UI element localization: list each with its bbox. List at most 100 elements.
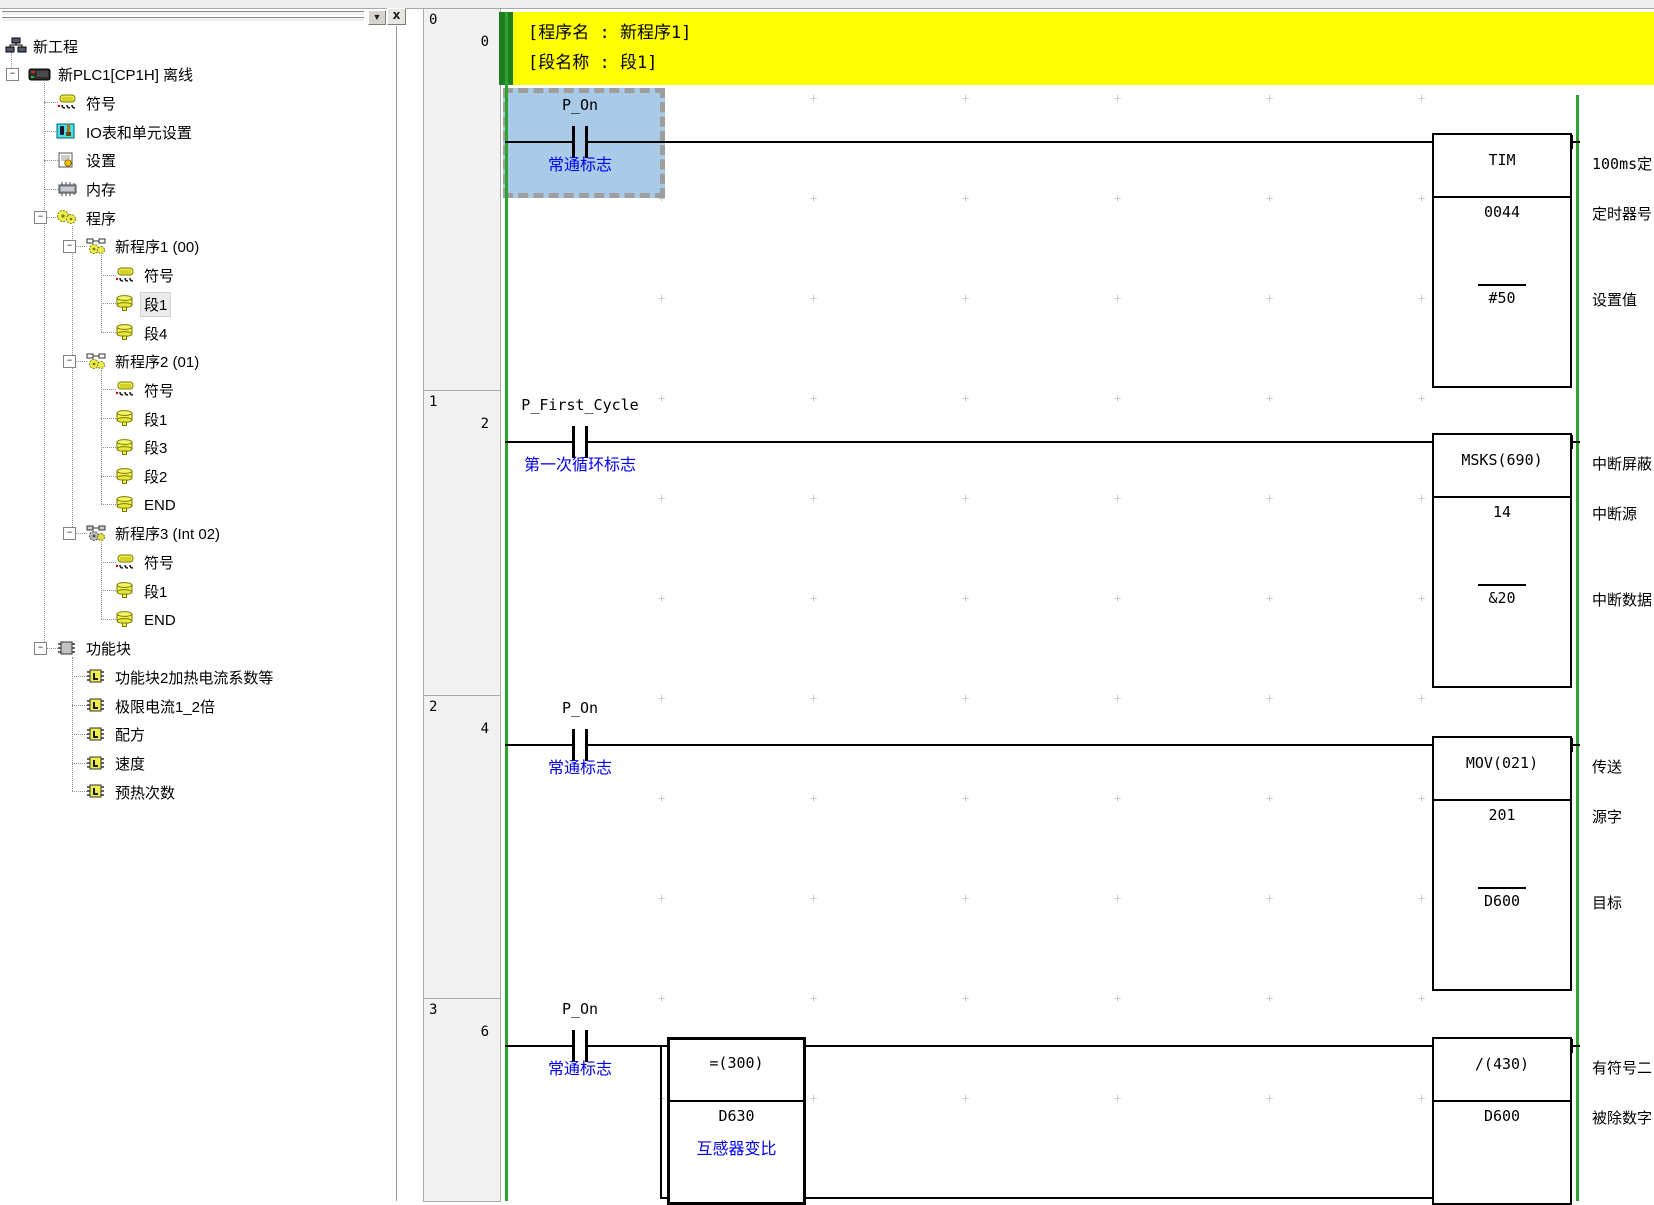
grid-mark: + [1418,895,1425,901]
tree-item[interactable]: 新程序1 (00) [112,235,202,259]
grid-mark: + [962,695,969,701]
tree-item[interactable]: 功能块2加热电流系数等 [112,665,276,689]
tree-item-label[interactable]: 程序 [83,207,119,230]
tree-item-label[interactable]: 速度 [112,752,148,775]
tree-item-label[interactable]: 极限电流1_2倍 [112,695,218,718]
panel-menu-button[interactable]: ▼ [368,10,386,25]
tree-item[interactable]: 段2 [141,465,170,489]
contact-label[interactable]: P_On [430,699,730,717]
tree-item[interactable]: 预热次数 [112,780,178,804]
tree-item[interactable]: 内存 [83,178,119,202]
tree-item[interactable]: 段3 [141,436,170,460]
grid-mark: + [1418,395,1425,401]
rung-margin-cell[interactable] [423,390,501,696]
tree-item-label[interactable]: END [141,611,179,630]
tree-item[interactable]: 功能块 [83,637,134,661]
tree-item-label[interactable]: IO表和单元设置 [83,121,195,144]
grid-mark: + [810,1095,817,1101]
tree-item[interactable]: 程序 [83,206,119,230]
tree-item-label[interactable]: 新程序2 (01) [112,350,202,373]
tree-item-label[interactable]: 新工程 [30,35,81,58]
tree-item-label[interactable]: END [141,496,179,515]
instruction-block[interactable] [1432,433,1572,688]
contact-label[interactable]: P_On [430,96,730,114]
instruction-operand-1[interactable]: 14 [1432,503,1572,521]
tree-item-label[interactable]: 新PLC1[CP1H] 离线 [55,63,196,86]
instruction-operand-2[interactable]: &20 [1432,589,1572,607]
instruction-block[interactable] [1432,736,1572,991]
tree-expand-toggle[interactable]: − [63,355,76,368]
grid-mark: + [658,895,665,901]
tree-item[interactable]: 段1 [141,407,170,431]
tree-expand-toggle[interactable]: − [6,68,19,81]
contact-label[interactable]: P_First_Cycle [430,396,730,414]
rung-wire [588,1045,667,1047]
contact-label[interactable]: P_On [430,1000,730,1018]
tree-item-label[interactable]: 段2 [141,465,170,488]
tree-item[interactable]: 设置 [83,149,119,173]
tree-item[interactable]: 符号 [141,551,177,575]
grid-mark: + [1114,395,1121,401]
tree-expand-toggle[interactable]: − [34,211,47,224]
tree-item[interactable]: 速度 [112,752,148,776]
tree-item[interactable]: 新工程 [30,34,81,58]
tree-item[interactable]: 新程序2 (01) [112,350,202,374]
tree-item[interactable]: IO表和单元设置 [83,120,195,144]
tree-item-label[interactable]: 设置 [83,149,119,172]
tree-item[interactable]: 配方 [112,723,148,747]
grid-mark: + [1266,895,1273,901]
tree-item-label[interactable]: 新程序1 (00) [112,235,202,258]
section-icon [114,295,138,311]
instruction-operand-1[interactable]: 0044 [1432,203,1572,221]
tree-item-label[interactable]: 符号 [83,92,119,115]
tree-item-label[interactable]: 段1 [141,408,170,431]
tree-item[interactable]: 新PLC1[CP1H] 离线 [55,63,196,87]
instruction-operand-1[interactable]: D600 [1432,1107,1572,1125]
instruction-comment: 源字 [1592,806,1622,827]
instruction-operand-1[interactable]: 201 [1432,806,1572,824]
rung-margin-cell[interactable] [423,695,501,999]
toolbar-gripper[interactable] [2,17,364,22]
rung-step-number: 6 [423,1024,489,1040]
grid-mark: + [1114,195,1121,201]
tree-item[interactable]: 符号 [141,378,177,402]
tree-item[interactable]: 新程序3 (Int 02) [112,522,223,546]
rung-margin-cell[interactable] [423,8,501,391]
compare-operand[interactable]: D630 [667,1107,806,1125]
compare-instruction-title: =(300) [667,1054,806,1072]
tree-item-label[interactable]: 新程序3 (Int 02) [112,522,223,545]
tree-item-label[interactable]: 内存 [83,178,119,201]
tree-expand-toggle[interactable]: − [34,642,47,655]
grid-mark: + [1418,295,1425,301]
tree-item[interactable]: END [141,608,179,632]
tree-item[interactable]: 段1 [141,579,170,603]
tree-item[interactable]: 段1 [141,292,170,316]
tree-item-label[interactable]: 段1 [141,580,170,603]
tree-item-label[interactable]: 段3 [141,436,170,459]
instruction-block[interactable] [1432,133,1572,388]
tree-expand-toggle[interactable]: − [63,240,76,253]
tree-item[interactable]: 符号 [141,264,177,288]
tree-item-label[interactable]: 符号 [141,551,177,574]
tree-item[interactable]: 符号 [83,91,119,115]
tree-item-label[interactable]: 符号 [141,379,177,402]
tree-item[interactable]: 极限电流1_2倍 [112,694,218,718]
instruction-operand-2[interactable]: D600 [1432,892,1572,910]
tree-item-label[interactable]: 功能块2加热电流系数等 [112,666,276,689]
tree-item[interactable]: END [141,493,179,517]
tree-item-label[interactable]: 符号 [141,264,177,287]
cx-programmer-window: ▼ x 新工程−新PLC1[CP1H] 离线符号IO表和单元设置设置内存−程序−… [0,0,1654,1201]
tree-item-label[interactable]: 段4 [141,322,170,345]
grid-mark: + [1418,795,1425,801]
instruction-comment: 中断源 [1592,503,1637,524]
programs-icon [56,209,80,225]
tree-expand-toggle[interactable]: − [63,527,76,540]
tree-item-label[interactable]: 预热次数 [112,781,178,804]
instruction-operand-2[interactable]: #50 [1432,289,1572,307]
toolbar-gripper[interactable] [2,11,364,16]
tree-item[interactable]: 段4 [141,321,170,345]
tree-item-label[interactable]: 配方 [112,723,148,746]
tree-item-label[interactable]: 段1 [141,293,170,316]
tree-item-label[interactable]: 功能块 [83,637,134,660]
instruction-divider [1432,196,1572,198]
